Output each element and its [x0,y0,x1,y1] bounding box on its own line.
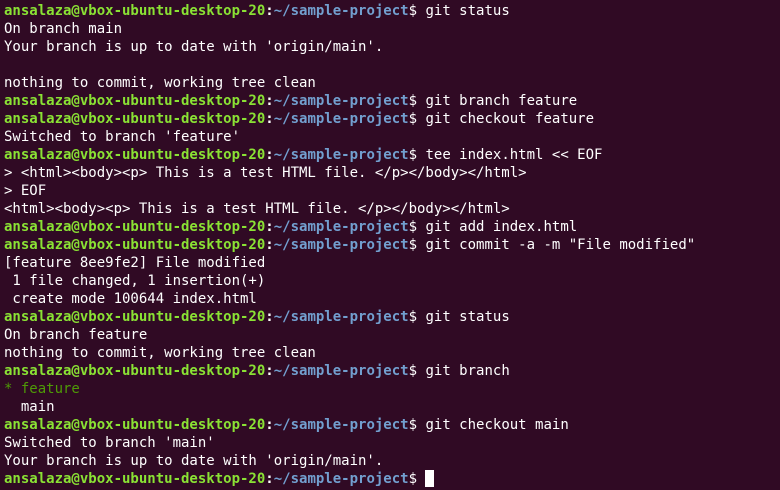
prompt-separator: : [265,93,274,109]
output-line: nothing to commit, working tree clean [4,75,316,91]
prompt-path: ~/sample-project [273,309,409,325]
output-line: Switched to branch 'feature' [4,129,241,145]
prompt-line: ansalaza@vbox-ubuntu-desktop-20:~/sample… [4,92,780,110]
prompt-separator: : [265,309,274,325]
command-text: git branch feature [417,93,578,109]
prompt-symbol: $ [408,93,418,109]
prompt-path: ~/sample-project [273,219,409,235]
prompt-line: ansalaza@vbox-ubuntu-desktop-20:~/sample… [4,470,780,488]
command-text: tee index.html << EOF [417,147,603,163]
command-text: git checkout main [417,417,569,433]
command-text: git commit -a -m "File modified" [417,237,696,253]
prompt-separator: : [265,417,274,433]
terminal-window[interactable]: ansalaza@vbox-ubuntu-desktop-20:~/sample… [0,0,780,490]
command-text: git status [417,309,510,325]
prompt-symbol: $ [408,219,418,235]
prompt-user-host: ansalaza@vbox-ubuntu-desktop-20 [4,363,266,379]
text-cursor[interactable] [425,470,435,487]
prompt-line: ansalaza@vbox-ubuntu-desktop-20:~/sample… [4,362,780,380]
prompt-path: ~/sample-project [273,147,409,163]
output-line: create mode 100644 index.html [4,291,257,307]
prompt-user-host: ansalaza@vbox-ubuntu-desktop-20 [4,309,266,325]
prompt-symbol: $ [408,363,418,379]
prompt-symbol: $ [408,237,418,253]
prompt-symbol: $ [408,147,418,163]
prompt-line: ansalaza@vbox-ubuntu-desktop-20:~/sample… [4,110,780,128]
prompt-user-host: ansalaza@vbox-ubuntu-desktop-20 [4,111,266,127]
prompt-line: ansalaza@vbox-ubuntu-desktop-20:~/sample… [4,2,780,20]
prompt-symbol: $ [408,111,418,127]
prompt-separator: : [265,219,274,235]
prompt-path: ~/sample-project [273,471,409,487]
prompt-symbol: $ [408,309,418,325]
output-line: 1 file changed, 1 insertion(+) [4,273,266,289]
output-line: Switched to branch 'main' [4,435,215,451]
output-line: > EOF [4,183,47,199]
command-text: git checkout feature [417,111,595,127]
prompt-user-host: ansalaza@vbox-ubuntu-desktop-20 [4,237,266,253]
prompt-user-host: ansalaza@vbox-ubuntu-desktop-20 [4,147,266,163]
prompt-line: ansalaza@vbox-ubuntu-desktop-20:~/sample… [4,236,780,254]
branch-list-item-current: * feature [4,380,780,398]
output-line: Your branch is up to date with 'origin/m… [4,453,384,469]
command-text: git branch [417,363,510,379]
command-text: git status [417,3,510,19]
prompt-path: ~/sample-project [273,363,409,379]
prompt-separator: : [265,471,274,487]
prompt-symbol: $ [408,417,418,433]
current-branch-marker: * [4,381,21,397]
prompt-separator: : [265,237,274,253]
prompt-user-host: ansalaza@vbox-ubuntu-desktop-20 [4,3,266,19]
prompt-separator: : [265,363,274,379]
prompt-line: ansalaza@vbox-ubuntu-desktop-20:~/sample… [4,146,780,164]
prompt-path: ~/sample-project [273,93,409,109]
output-line: On branch feature [4,327,148,343]
prompt-user-host: ansalaza@vbox-ubuntu-desktop-20 [4,93,266,109]
prompt-symbol: $ [408,471,418,487]
prompt-path: ~/sample-project [273,417,409,433]
prompt-line: ansalaza@vbox-ubuntu-desktop-20:~/sample… [4,416,780,434]
prompt-separator: : [265,111,274,127]
prompt-symbol: $ [408,3,418,19]
prompt-separator: : [265,3,274,19]
prompt-line: ansalaza@vbox-ubuntu-desktop-20:~/sample… [4,308,780,326]
output-line: [feature 8ee9fe2] File modified [4,255,266,271]
output-line: <html><body><p> This is a test HTML file… [4,201,510,217]
output-line: On branch main [4,21,123,37]
prompt-path: ~/sample-project [273,3,409,19]
prompt-user-host: ansalaza@vbox-ubuntu-desktop-20 [4,471,266,487]
command-text [417,471,425,487]
output-line: main [4,399,55,415]
prompt-separator: : [265,147,274,163]
output-line: Your branch is up to date with 'origin/m… [4,39,384,55]
prompt-user-host: ansalaza@vbox-ubuntu-desktop-20 [4,417,266,433]
output-line: nothing to commit, working tree clean [4,345,316,361]
prompt-path: ~/sample-project [273,237,409,253]
current-branch-name: feature [20,381,80,397]
prompt-user-host: ansalaza@vbox-ubuntu-desktop-20 [4,219,266,235]
prompt-path: ~/sample-project [273,111,409,127]
output-line: > <html><body><p> This is a test HTML fi… [4,165,527,181]
prompt-line: ansalaza@vbox-ubuntu-desktop-20:~/sample… [4,218,780,236]
command-text: git add index.html [417,219,578,235]
